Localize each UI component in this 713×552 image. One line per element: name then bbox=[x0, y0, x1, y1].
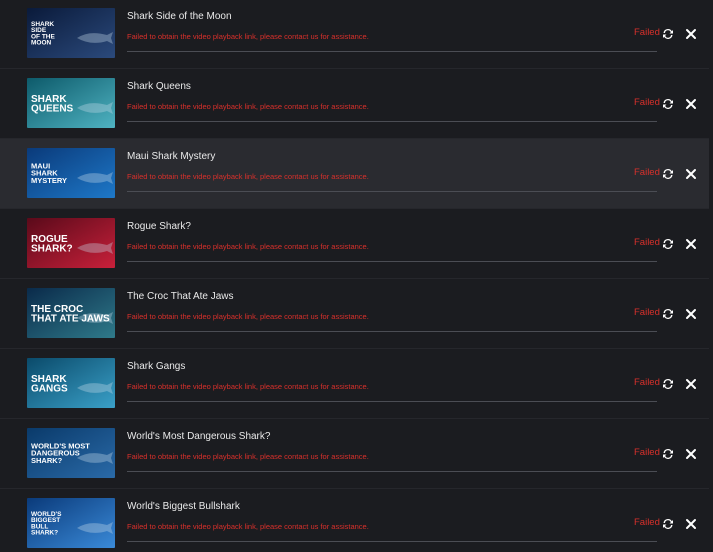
thumbnail-text: GANGS bbox=[31, 383, 68, 394]
error-message: Failed to obtain the video playback link… bbox=[127, 172, 369, 181]
error-message: Failed to obtain the video playback link… bbox=[127, 32, 369, 41]
download-list: SHARK SIDE OF THE MOON Shark Side of the Moo… bbox=[0, 0, 713, 552]
download-row[interactable]: SHARK QUEENS Shark Queens Failed to obtain … bbox=[0, 69, 713, 139]
close-icon[interactable] bbox=[684, 447, 698, 461]
error-message: Failed to obtain the video playback link… bbox=[127, 452, 369, 461]
thumbnail-text: QUEENS bbox=[31, 103, 74, 114]
status-label: Failed bbox=[634, 27, 660, 38]
retry-icon[interactable] bbox=[662, 27, 674, 39]
video-thumbnail: ROGUE SHARK? bbox=[27, 218, 115, 268]
progress-bar bbox=[127, 191, 657, 192]
progress-bar bbox=[127, 471, 657, 472]
thumbnail-text: THAT ATE JAWS bbox=[31, 313, 110, 324]
video-thumbnail: WORLD'S MOST DANGEROUS SHARK? bbox=[27, 428, 115, 478]
thumbnail-text: SHARK? bbox=[31, 243, 73, 254]
progress-bar bbox=[127, 401, 657, 402]
retry-icon[interactable] bbox=[662, 307, 674, 319]
video-thumbnail: SHARK GANGS bbox=[27, 358, 115, 408]
status-label: Failed bbox=[634, 167, 660, 178]
download-row[interactable]: ROGUE SHARK? Rogue Shark? Failed to obtain … bbox=[0, 209, 713, 279]
retry-icon[interactable] bbox=[662, 237, 674, 249]
video-thumbnail: MAUI SHARK MYSTERY bbox=[27, 148, 115, 198]
video-title: Rogue Shark? bbox=[127, 221, 191, 232]
video-thumbnail: SHARK QUEENS bbox=[27, 78, 115, 128]
progress-bar bbox=[127, 51, 657, 52]
retry-icon[interactable] bbox=[662, 97, 674, 109]
retry-icon[interactable] bbox=[662, 447, 674, 459]
video-title: Shark Queens bbox=[127, 81, 191, 92]
thumbnail-text: MOON bbox=[31, 40, 52, 47]
video-title: World's Most Dangerous Shark? bbox=[127, 431, 271, 442]
close-icon[interactable] bbox=[684, 307, 698, 321]
status-label: Failed bbox=[634, 307, 660, 318]
download-row[interactable]: MAUI SHARK MYSTERY Maui Shark Mystery Failed… bbox=[0, 139, 713, 209]
thumbnail-text: SHARK? bbox=[31, 530, 58, 537]
video-title: Shark Gangs bbox=[127, 361, 186, 372]
video-title: Maui Shark Mystery bbox=[127, 151, 216, 162]
progress-bar bbox=[127, 261, 657, 262]
video-title: World's Biggest Bullshark bbox=[127, 501, 240, 512]
error-message: Failed to obtain the video playback link… bbox=[127, 312, 369, 321]
retry-icon[interactable] bbox=[662, 377, 674, 389]
status-label: Failed bbox=[634, 97, 660, 108]
error-message: Failed to obtain the video playback link… bbox=[127, 522, 369, 531]
error-message: Failed to obtain the video playback link… bbox=[127, 242, 369, 251]
close-icon[interactable] bbox=[684, 517, 698, 531]
close-icon[interactable] bbox=[684, 27, 698, 41]
download-row[interactable]: SHARK SIDE OF THE MOON Shark Side of the Moo… bbox=[0, 0, 713, 69]
close-icon[interactable] bbox=[684, 167, 698, 181]
video-thumbnail: WORLD'S BIGGEST BULL SHARK? bbox=[27, 498, 115, 548]
download-row[interactable]: SHARK GANGS Shark Gangs Failed to obtain th… bbox=[0, 349, 713, 419]
error-message: Failed to obtain the video playback link… bbox=[127, 102, 369, 111]
retry-icon[interactable] bbox=[662, 167, 674, 179]
status-label: Failed bbox=[634, 517, 660, 528]
status-label: Failed bbox=[634, 237, 660, 248]
progress-bar bbox=[127, 121, 657, 122]
thumbnail-text: SHARK? bbox=[31, 456, 63, 465]
error-message: Failed to obtain the video playback link… bbox=[127, 382, 369, 391]
download-row[interactable]: WORLD'S MOST DANGEROUS SHARK? World's Most … bbox=[0, 419, 713, 489]
thumbnail-text: MYSTERY bbox=[31, 176, 67, 185]
video-title: The Croc That Ate Jaws bbox=[127, 291, 234, 302]
status-label: Failed bbox=[634, 377, 660, 388]
video-thumbnail: SHARK SIDE OF THE MOON bbox=[27, 8, 115, 58]
close-icon[interactable] bbox=[684, 237, 698, 251]
download-row[interactable]: WORLD'S BIGGEST BULL SHARK? World's Biggest … bbox=[0, 489, 713, 552]
download-row[interactable]: THE CROC THAT ATE JAWS The Croc That Ate J… bbox=[0, 279, 713, 349]
close-icon[interactable] bbox=[684, 377, 698, 391]
video-title: Shark Side of the Moon bbox=[127, 11, 232, 22]
progress-bar bbox=[127, 541, 657, 542]
video-thumbnail: THE CROC THAT ATE JAWS bbox=[27, 288, 115, 338]
close-icon[interactable] bbox=[684, 97, 698, 111]
retry-icon[interactable] bbox=[662, 517, 674, 529]
scrollbar[interactable] bbox=[709, 0, 713, 552]
progress-bar bbox=[127, 331, 657, 332]
status-label: Failed bbox=[634, 447, 660, 458]
